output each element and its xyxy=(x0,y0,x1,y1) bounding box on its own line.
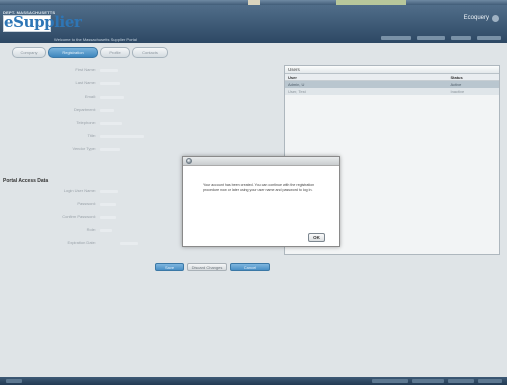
header-link[interactable] xyxy=(417,36,445,40)
logo-text: eSupplier xyxy=(4,13,82,31)
form-label-login-user-name: Login User Name: xyxy=(63,188,96,193)
taskbar-item[interactable] xyxy=(448,379,474,383)
telephone-field[interactable] xyxy=(100,120,130,127)
user-cell: Admin, U xyxy=(288,82,305,87)
last-name-field[interactable] xyxy=(100,80,130,87)
form-label-title: Title: xyxy=(87,133,96,138)
header-links xyxy=(381,36,501,40)
form-label-password: Password: xyxy=(77,201,96,206)
taskbar-item[interactable] xyxy=(478,379,502,383)
tab-bar: Company Registration Profile Contacts xyxy=(12,47,168,58)
form-label-department: Department: xyxy=(73,107,96,112)
form-label-email: Email: xyxy=(84,94,96,99)
title-field[interactable] xyxy=(100,133,150,140)
table-row[interactable]: Admin, U Active xyxy=(285,81,499,88)
user-cell: User, Test xyxy=(288,89,306,94)
department-field[interactable] xyxy=(100,107,130,114)
ok-button[interactable]: OK xyxy=(308,233,325,242)
status-cell: Inactive xyxy=(450,89,465,94)
cancel-button[interactable]: Cancel xyxy=(230,263,270,271)
header-link[interactable] xyxy=(477,36,501,40)
tab-profile[interactable]: Profile xyxy=(100,47,130,58)
taskbar xyxy=(0,377,507,385)
taskbar-item[interactable] xyxy=(6,379,22,383)
header-link[interactable] xyxy=(451,36,471,40)
logo: eSupplier xyxy=(4,13,82,31)
form-label-vendor-type: Vendor Type: xyxy=(72,146,97,151)
first-name-field[interactable] xyxy=(100,67,130,74)
login-user-name-field[interactable] xyxy=(100,188,130,195)
header-link[interactable] xyxy=(381,36,411,40)
confirm-password-field[interactable] xyxy=(100,214,130,221)
tab-company[interactable]: Company xyxy=(12,47,46,58)
form-label-role: Role: xyxy=(86,227,96,232)
welcome-text: Welcome to the Massachusetts Supplier Po… xyxy=(54,37,137,42)
section-title-portal-access: Portal Access Data xyxy=(3,178,49,184)
form-label-last-name: Last Name: xyxy=(75,80,96,85)
table-row[interactable]: User, Test Inactive xyxy=(285,88,499,95)
form-label-first-name: First Name: xyxy=(75,67,96,72)
taskbar-item[interactable] xyxy=(372,379,408,383)
role-field[interactable] xyxy=(100,227,130,234)
tab-registration[interactable]: Registration xyxy=(48,47,98,58)
email-field[interactable] xyxy=(100,94,130,101)
app-header: DEPT. MASSACHUSETTS eSupplier Welcome to… xyxy=(0,5,507,43)
column-header-status[interactable]: Status xyxy=(447,74,499,80)
expiration-date-field[interactable] xyxy=(100,240,140,247)
save-button[interactable]: Save xyxy=(155,263,184,271)
tab-contacts[interactable]: Contacts xyxy=(132,47,168,58)
discard-changes-button[interactable]: Discard Changes xyxy=(187,263,227,271)
taskbar-item[interactable] xyxy=(412,379,444,383)
users-panel-title: Users xyxy=(285,66,499,74)
form-label-expiration-date: Expiration Date: xyxy=(67,240,96,245)
info-icon xyxy=(186,158,192,164)
form-label-confirm-password: Confirm Password: xyxy=(62,214,96,219)
user-icon[interactable] xyxy=(492,15,499,22)
user-name[interactable]: Ecoquery xyxy=(464,15,489,21)
users-table-header: User Status xyxy=(285,74,499,81)
dialog-titlebar[interactable] xyxy=(183,157,339,166)
dialog-message: Your account has been created. You can c… xyxy=(203,183,315,192)
status-cell: Active xyxy=(450,82,462,87)
column-header-user[interactable]: User xyxy=(285,74,447,80)
vendor-type-field[interactable] xyxy=(100,146,130,153)
form-label-telephone: Telephone: xyxy=(76,120,96,125)
account-created-dialog: Your account has been created. You can c… xyxy=(182,156,340,247)
password-field[interactable] xyxy=(100,201,130,208)
